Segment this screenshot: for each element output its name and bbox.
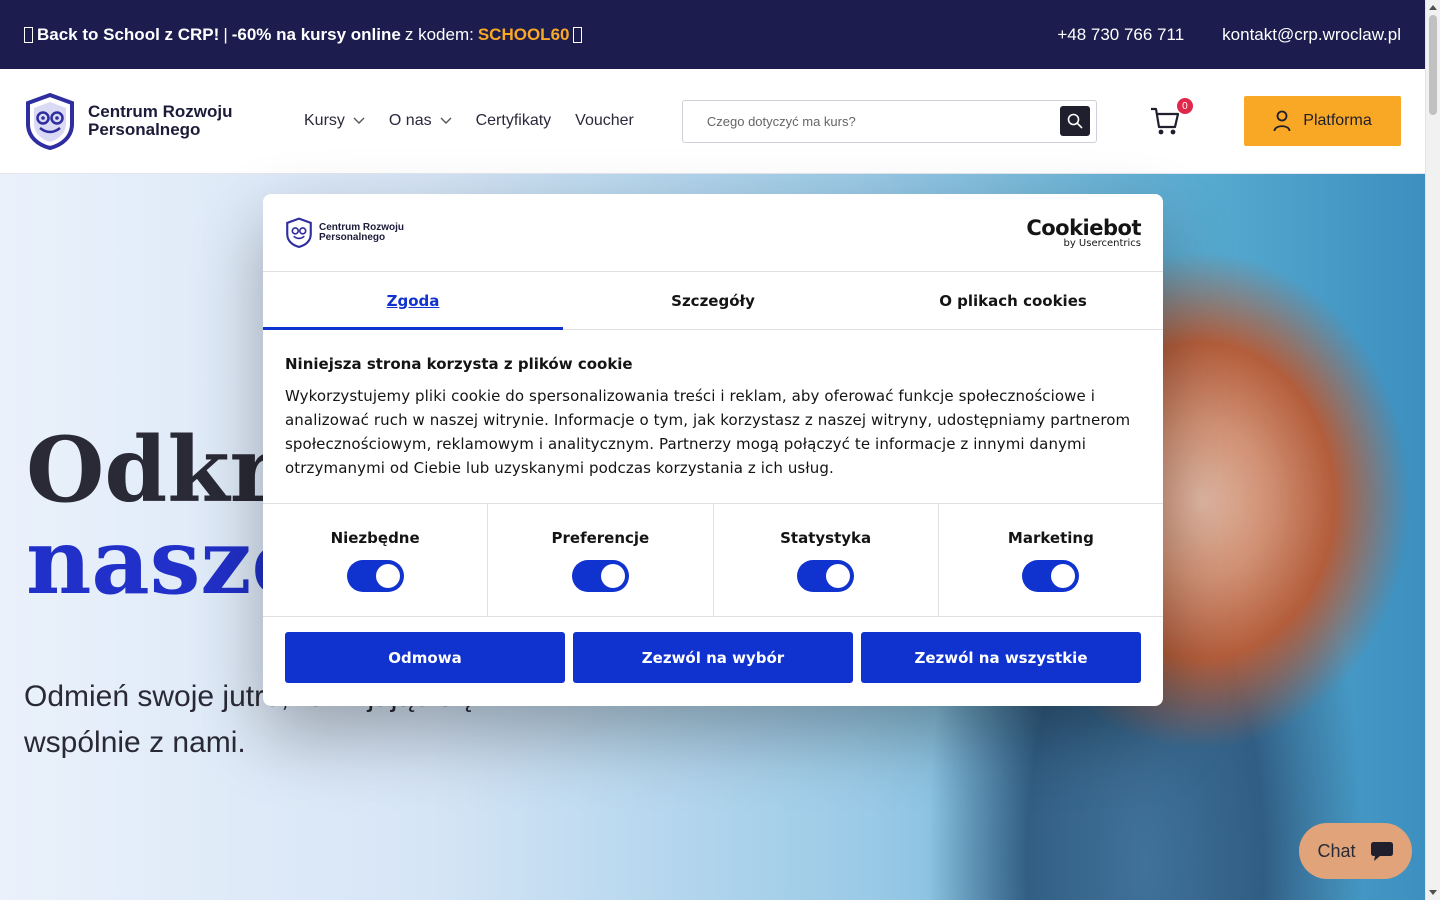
cookie-logo-line-2: Personalnego — [319, 231, 386, 243]
search-icon — [1067, 113, 1083, 129]
promo-code-label: z kodem: — [404, 24, 474, 44]
platform-button[interactable]: Platforma — [1244, 96, 1401, 146]
cart-icon — [1150, 107, 1179, 135]
logo-text: Centrum Rozwoju Personalnego — [88, 103, 233, 139]
toggle-knob — [600, 563, 625, 588]
category-label: Preferencje — [551, 528, 650, 547]
cart-count-badge: 0 — [1176, 98, 1193, 114]
nav-label: Kursy — [304, 112, 345, 129]
promo-discount: -60% na kursy online — [231, 24, 401, 44]
tab-o-plikach-cookies[interactable]: O plikach cookies — [863, 272, 1163, 329]
cookie-categories: Niezbędne Preferencje Statystyka Marketi… — [263, 503, 1163, 617]
site-header: Centrum Rozwoju Personalnego Kursy O nas… — [0, 69, 1425, 174]
main-nav: Kursy O nas Certyfikaty Voucher — [304, 112, 634, 130]
scroll-down-arrow-icon[interactable] — [1429, 890, 1437, 895]
chevron-down-icon — [440, 117, 452, 124]
page-scrollbar[interactable] — [1425, 0, 1440, 900]
tab-zgoda[interactable]: Zgoda — [263, 272, 563, 330]
nav-label: Voucher — [575, 112, 634, 129]
category-label: Niezbędne — [330, 528, 420, 547]
promo-bar: Back to School z CRP! | -60% na kursy on… — [0, 0, 1425, 69]
nav-label: O nas — [388, 112, 432, 129]
chevron-down-icon — [353, 117, 365, 124]
allow-all-button[interactable]: Zezwól na wszystkie — [861, 632, 1141, 683]
cookie-dialog-header: Centrum Rozwoju Personalnego Cookiebot b… — [263, 194, 1163, 272]
cookie-site-logo: Centrum Rozwoju Personalnego — [285, 217, 404, 248]
emoji-placeholder-icon — [573, 26, 583, 43]
cookie-description: Wykorzystujemy pliki cookie do spersonal… — [285, 387, 1131, 477]
cookiebot-name: Cookiebot — [1026, 216, 1141, 240]
nav-item-kursy[interactable]: Kursy — [304, 112, 365, 130]
tab-szczegoly[interactable]: Szczegóły — [563, 272, 863, 329]
category-label: Marketing — [1007, 528, 1094, 547]
nav-label: Certyfikaty — [475, 112, 552, 129]
category-marketing: Marketing — [939, 504, 1163, 616]
search-button[interactable] — [1059, 106, 1090, 136]
cookie-body: Niniejsza strona korzysta z plików cooki… — [263, 330, 1163, 503]
toggle-knob — [1051, 563, 1076, 588]
chat-label: Chat — [1317, 840, 1356, 861]
cookie-logo-text: Centrum Rozwoju Personalnego — [319, 221, 404, 243]
platform-button-label: Platforma — [1303, 112, 1372, 129]
owl-shield-icon — [286, 217, 312, 248]
promo-text[interactable]: Back to School z CRP! | -60% na kursy on… — [24, 24, 583, 45]
toggle-switch-niezbedne[interactable] — [346, 559, 404, 592]
cookie-tabs: Zgoda Szczegóły O plikach cookies — [263, 272, 1163, 330]
logo-line-1: Centrum Rozwoju — [88, 102, 233, 121]
search-box — [681, 99, 1097, 143]
chat-button[interactable]: Chat — [1299, 823, 1412, 879]
nav-item-o-nas[interactable]: O nas — [389, 112, 452, 130]
deny-button[interactable]: Odmowa — [285, 632, 565, 683]
phone-link[interactable]: +48 730 766 711 — [1057, 25, 1184, 45]
emoji-placeholder-icon — [24, 26, 33, 43]
category-label: Statystyka — [780, 528, 872, 547]
toggle-switch-preferencje[interactable] — [571, 559, 629, 592]
logo-line-2: Personalnego — [88, 120, 201, 139]
category-statystyka: Statystyka — [714, 504, 939, 616]
allow-selection-button[interactable]: Zezwól na wybór — [573, 632, 853, 683]
cookiebot-brand[interactable]: Cookiebot by Usercentrics — [1026, 216, 1141, 249]
nav-item-certyfikaty[interactable]: Certyfikaty — [476, 112, 552, 130]
category-niezbedne: Niezbędne — [263, 504, 489, 616]
category-preferencje: Preferencje — [488, 504, 714, 616]
nav-item-voucher[interactable]: Voucher — [575, 112, 634, 130]
cart-button[interactable]: 0 — [1150, 98, 1193, 137]
toggle-switch-marketing[interactable] — [1022, 559, 1080, 592]
toggle-knob — [375, 563, 400, 588]
scroll-up-arrow-icon[interactable] — [1429, 5, 1437, 10]
promo-code: SCHOOL60 — [477, 24, 570, 44]
cookie-heading: Niniejsza strona korzysta z plików cooki… — [285, 355, 633, 373]
site-logo[interactable]: Centrum Rozwoju Personalnego — [24, 92, 264, 150]
user-icon — [1273, 110, 1291, 132]
cookie-actions: Odmowa Zezwól na wybór Zezwól na wszystk… — [263, 617, 1163, 698]
promo-title: Back to School z CRP! — [37, 24, 220, 44]
promo-separator: | — [223, 24, 228, 44]
contact-info: +48 730 766 711 kontakt@crp.wroclaw.pl — [1057, 25, 1401, 45]
owl-shield-icon — [26, 92, 74, 150]
chat-bubble-icon — [1370, 842, 1393, 861]
cookie-consent-dialog: Centrum Rozwoju Personalnego Cookiebot b… — [263, 194, 1163, 706]
scroll-thumb[interactable] — [1429, 15, 1437, 115]
toggle-switch-statystyka[interactable] — [797, 559, 855, 592]
toggle-knob — [826, 563, 851, 588]
cookie-logo-line-1: Centrum Rozwoju — [319, 221, 404, 233]
search-input[interactable] — [706, 113, 1060, 129]
email-link[interactable]: kontakt@crp.wroclaw.pl — [1222, 25, 1401, 45]
